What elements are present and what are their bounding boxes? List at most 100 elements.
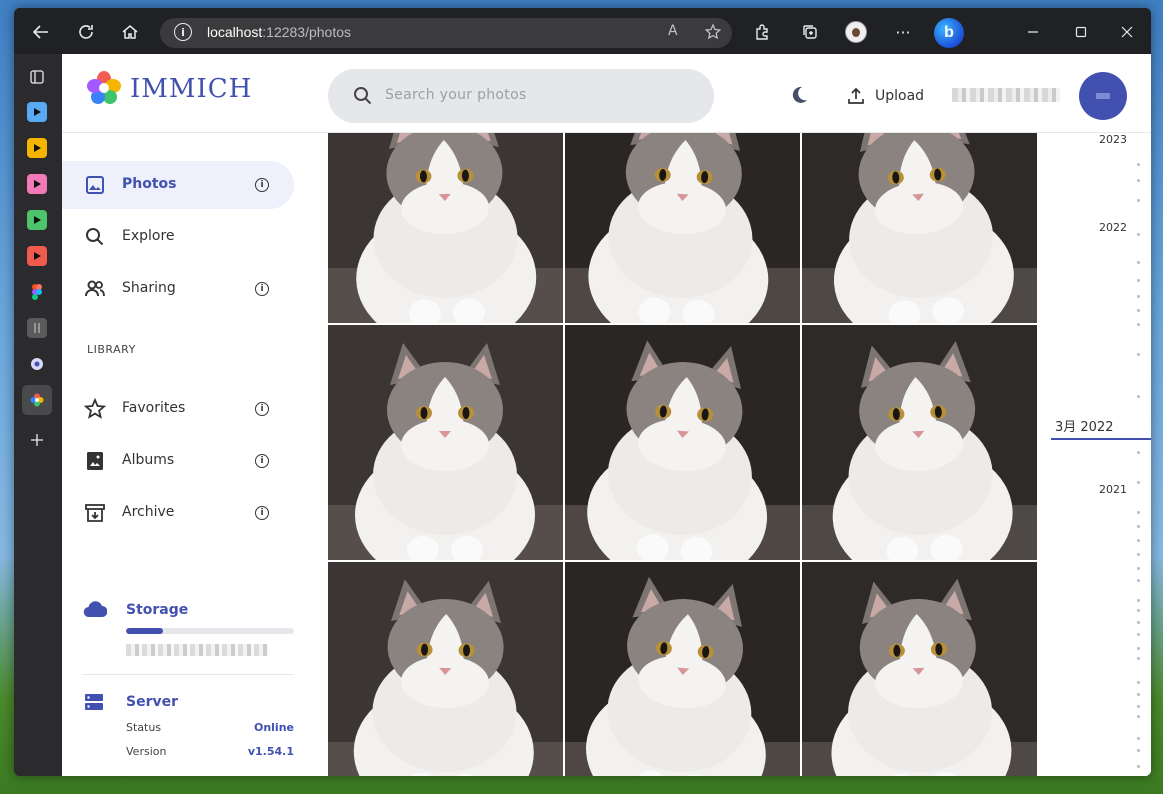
upload-button[interactable]: Upload xyxy=(846,84,924,108)
upload-icon xyxy=(848,87,864,104)
timeline-marker[interactable] xyxy=(1137,309,1140,312)
timeline-marker[interactable] xyxy=(1137,599,1140,602)
photo-thumbnail[interactable] xyxy=(802,133,1037,323)
timeline-marker[interactable] xyxy=(1137,705,1140,708)
sidebar-item-favorites[interactable]: Favorites i xyxy=(62,385,294,433)
photo-thumbnail[interactable] xyxy=(565,325,800,560)
more-icon[interactable]: ··· xyxy=(888,17,918,47)
timeline-marker[interactable] xyxy=(1137,481,1140,484)
timeline-marker[interactable] xyxy=(1137,621,1140,624)
browser-toolbar: i localhost:12283/photos A ··· b xyxy=(14,8,1151,54)
tab-video-green-icon[interactable] xyxy=(27,210,47,230)
tab-generic-icon[interactable] xyxy=(27,318,47,338)
sidebar-item-albums[interactable]: Albums i xyxy=(62,437,294,485)
timeline-marker[interactable] xyxy=(1137,451,1140,454)
timeline-marker[interactable] xyxy=(1137,261,1140,264)
info-icon[interactable]: i xyxy=(255,282,269,296)
timeline-marker[interactable] xyxy=(1137,715,1140,718)
timeline-marker[interactable] xyxy=(1137,279,1140,282)
read-aloud-icon[interactable]: A xyxy=(668,23,678,39)
timeline-marker[interactable] xyxy=(1137,579,1140,582)
timeline-year[interactable]: 2023 xyxy=(1099,133,1127,146)
timeline-year[interactable]: 2021 xyxy=(1099,483,1127,496)
info-icon[interactable]: i xyxy=(255,178,269,192)
photo-thumbnail[interactable] xyxy=(802,562,1037,776)
timeline-marker[interactable] xyxy=(1137,179,1140,182)
info-icon[interactable]: i xyxy=(255,506,269,520)
tab-video-pink-icon[interactable] xyxy=(27,174,47,194)
refresh-icon[interactable] xyxy=(71,17,101,47)
minimize-icon[interactable] xyxy=(1015,18,1051,46)
timeline-marker[interactable] xyxy=(1137,233,1140,236)
site-info-icon[interactable]: i xyxy=(174,23,192,41)
immich-logo-icon[interactable] xyxy=(86,70,122,106)
back-icon[interactable] xyxy=(26,17,56,47)
timeline-marker[interactable] xyxy=(1137,749,1140,752)
collections-icon[interactable] xyxy=(795,17,825,47)
profile-avatar[interactable] xyxy=(845,21,867,43)
tab-video-yellow-icon[interactable] xyxy=(27,138,47,158)
timeline-marker[interactable] xyxy=(1137,765,1140,768)
tab-settings-flower-icon[interactable] xyxy=(27,354,47,374)
storage-usage-text-redacted xyxy=(126,644,268,656)
explore-icon xyxy=(86,228,104,246)
photo-thumbnail[interactable] xyxy=(328,562,563,776)
photo-thumbnail[interactable] xyxy=(328,133,563,323)
timeline-marker[interactable] xyxy=(1137,681,1140,684)
address-bar[interactable]: i localhost:12283/photos A xyxy=(160,18,732,48)
timeline-marker[interactable] xyxy=(1137,647,1140,650)
timeline-marker[interactable] xyxy=(1137,295,1140,298)
new-tab-icon[interactable] xyxy=(27,430,47,450)
photo-thumbnail[interactable] xyxy=(328,325,563,560)
url-text[interactable]: localhost:12283/photos xyxy=(207,24,351,40)
search-input[interactable]: Search your photos xyxy=(328,69,714,123)
timeline-marker[interactable] xyxy=(1137,323,1140,326)
timeline-marker[interactable] xyxy=(1137,395,1140,398)
timeline-scrubber[interactable]: 2023 2022 2021 3月 2022 xyxy=(1038,133,1151,776)
tab-actions-icon[interactable] xyxy=(27,67,47,87)
info-icon[interactable]: i xyxy=(255,454,269,468)
timeline-cursor-label: 3月 2022 xyxy=(1055,420,1114,435)
cloud-icon xyxy=(83,601,107,618)
star-icon xyxy=(84,398,106,419)
timeline-marker[interactable] xyxy=(1137,567,1140,570)
bing-copilot-icon[interactable]: b xyxy=(934,18,964,48)
tab-immich-active-icon[interactable] xyxy=(22,385,52,415)
dark-mode-moon-icon[interactable] xyxy=(788,84,810,106)
info-icon[interactable]: i xyxy=(255,402,269,416)
timeline-marker[interactable] xyxy=(1137,539,1140,542)
sidebar-item-sharing[interactable]: Sharing i xyxy=(62,265,294,313)
search-icon[interactable] xyxy=(352,85,374,107)
timeline-marker[interactable] xyxy=(1137,633,1140,636)
tab-video-blue-icon[interactable] xyxy=(27,102,47,122)
timeline-marker[interactable] xyxy=(1137,353,1140,356)
close-icon[interactable] xyxy=(1109,18,1145,46)
photo-thumbnail[interactable] xyxy=(802,325,1037,560)
storage-title: Storage xyxy=(126,602,189,618)
app-logo-text[interactable]: IMMICH xyxy=(130,74,252,104)
user-avatar-button[interactable] xyxy=(1079,72,1127,120)
server-status-label: Status xyxy=(126,721,162,734)
timeline-marker[interactable] xyxy=(1137,163,1140,166)
photo-thumbnail[interactable] xyxy=(565,562,800,776)
sidebar-item-photos[interactable]: Photos i xyxy=(62,161,294,209)
timeline-marker[interactable] xyxy=(1137,511,1140,514)
maximize-icon[interactable] xyxy=(1063,18,1099,46)
favorite-add-icon[interactable] xyxy=(704,23,722,45)
server-version-label: Version xyxy=(126,745,167,758)
home-icon[interactable] xyxy=(115,17,145,47)
extensions-icon[interactable] xyxy=(747,17,777,47)
timeline-marker[interactable] xyxy=(1137,609,1140,612)
tab-figma-icon[interactable] xyxy=(27,282,47,302)
sidebar-item-explore[interactable]: Explore xyxy=(62,213,294,261)
sidebar-item-archive[interactable]: Archive i xyxy=(62,489,294,537)
photo-thumbnail[interactable] xyxy=(565,133,800,323)
timeline-marker[interactable] xyxy=(1137,737,1140,740)
timeline-marker[interactable] xyxy=(1137,525,1140,528)
timeline-marker[interactable] xyxy=(1137,199,1140,202)
timeline-marker[interactable] xyxy=(1137,657,1140,660)
timeline-marker[interactable] xyxy=(1137,693,1140,696)
timeline-marker[interactable] xyxy=(1137,553,1140,556)
tab-video-red-icon[interactable] xyxy=(27,246,47,266)
timeline-year[interactable]: 2022 xyxy=(1099,221,1127,234)
